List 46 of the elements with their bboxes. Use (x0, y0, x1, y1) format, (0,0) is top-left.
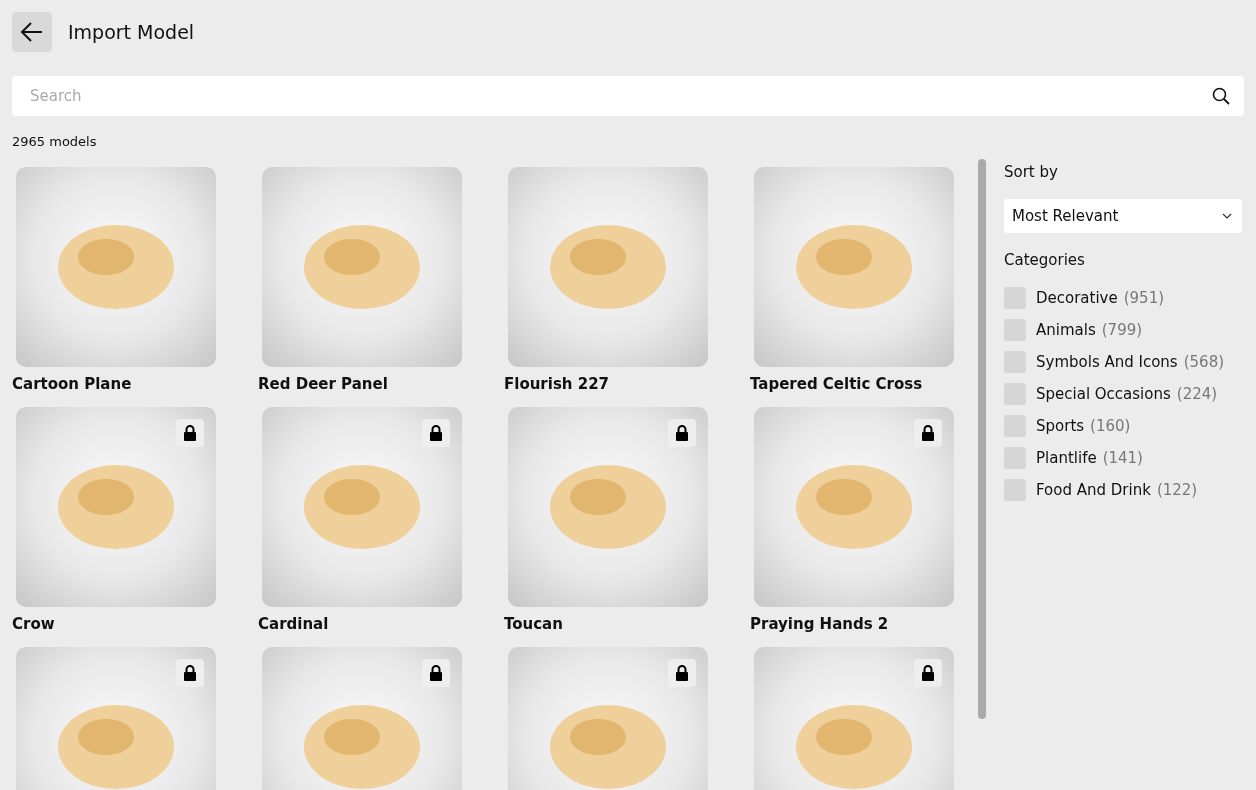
model-thumbnail[interactable] (754, 167, 954, 367)
category-label: Symbols And Icons (568) (1036, 353, 1225, 371)
lock-icon (921, 425, 935, 441)
search-icon (1212, 87, 1230, 105)
model-name: Flourish 227 (504, 375, 611, 395)
model-thumbnail[interactable] (262, 647, 462, 790)
model-thumbnail[interactable] (262, 407, 462, 607)
chevron-down-icon (1222, 213, 1232, 219)
category-label: Plantlife (141) (1036, 449, 1143, 467)
lock-icon (429, 665, 443, 681)
model-thumbnail[interactable] (16, 407, 216, 607)
model-name: Cardinal (258, 615, 330, 635)
model-thumbnail[interactable] (754, 647, 954, 790)
model-thumbnail[interactable] (16, 167, 216, 367)
model-name: Tapered Celtic Cross (750, 375, 924, 395)
category-label: Food And Drink (122) (1036, 481, 1198, 499)
model-name: Praying Hands 2 (750, 615, 890, 635)
categories-label: Categories (1004, 251, 1086, 269)
lock-icon (675, 425, 689, 441)
model-name: Red Deer Panel (258, 375, 389, 395)
model-name: Cartoon Plane (12, 375, 133, 395)
sort-dropdown[interactable]: Most Relevant (1004, 199, 1242, 233)
lock-icon (675, 665, 689, 681)
lock-icon (183, 665, 197, 681)
model-name: Crow (12, 615, 56, 635)
model-count: 2965 models (12, 134, 98, 149)
model-thumbnail[interactable] (508, 647, 708, 790)
model-thumbnail[interactable] (16, 647, 216, 790)
back-arrow-icon (20, 21, 44, 43)
model-thumbnail[interactable] (262, 167, 462, 367)
model-thumbnail[interactable] (508, 167, 708, 367)
search-field[interactable]: Search (12, 76, 1244, 116)
model-name: Toucan (504, 615, 564, 635)
scrollbar[interactable] (978, 159, 986, 719)
lock-icon (921, 665, 935, 681)
model-thumbnail[interactable] (754, 407, 954, 607)
category-label: Special Occasions (224) (1036, 385, 1218, 403)
category-label: Sports (160) (1036, 417, 1131, 435)
model-thumbnail[interactable] (508, 407, 708, 607)
lock-icon (183, 425, 197, 441)
back-button[interactable] (12, 12, 52, 52)
category-label: Animals (799) (1036, 321, 1143, 339)
page-title: Import Model (68, 21, 195, 43)
sort-label: Sort by (1004, 163, 1059, 181)
category-label: Decorative (951) (1036, 289, 1165, 307)
lock-icon (429, 425, 443, 441)
